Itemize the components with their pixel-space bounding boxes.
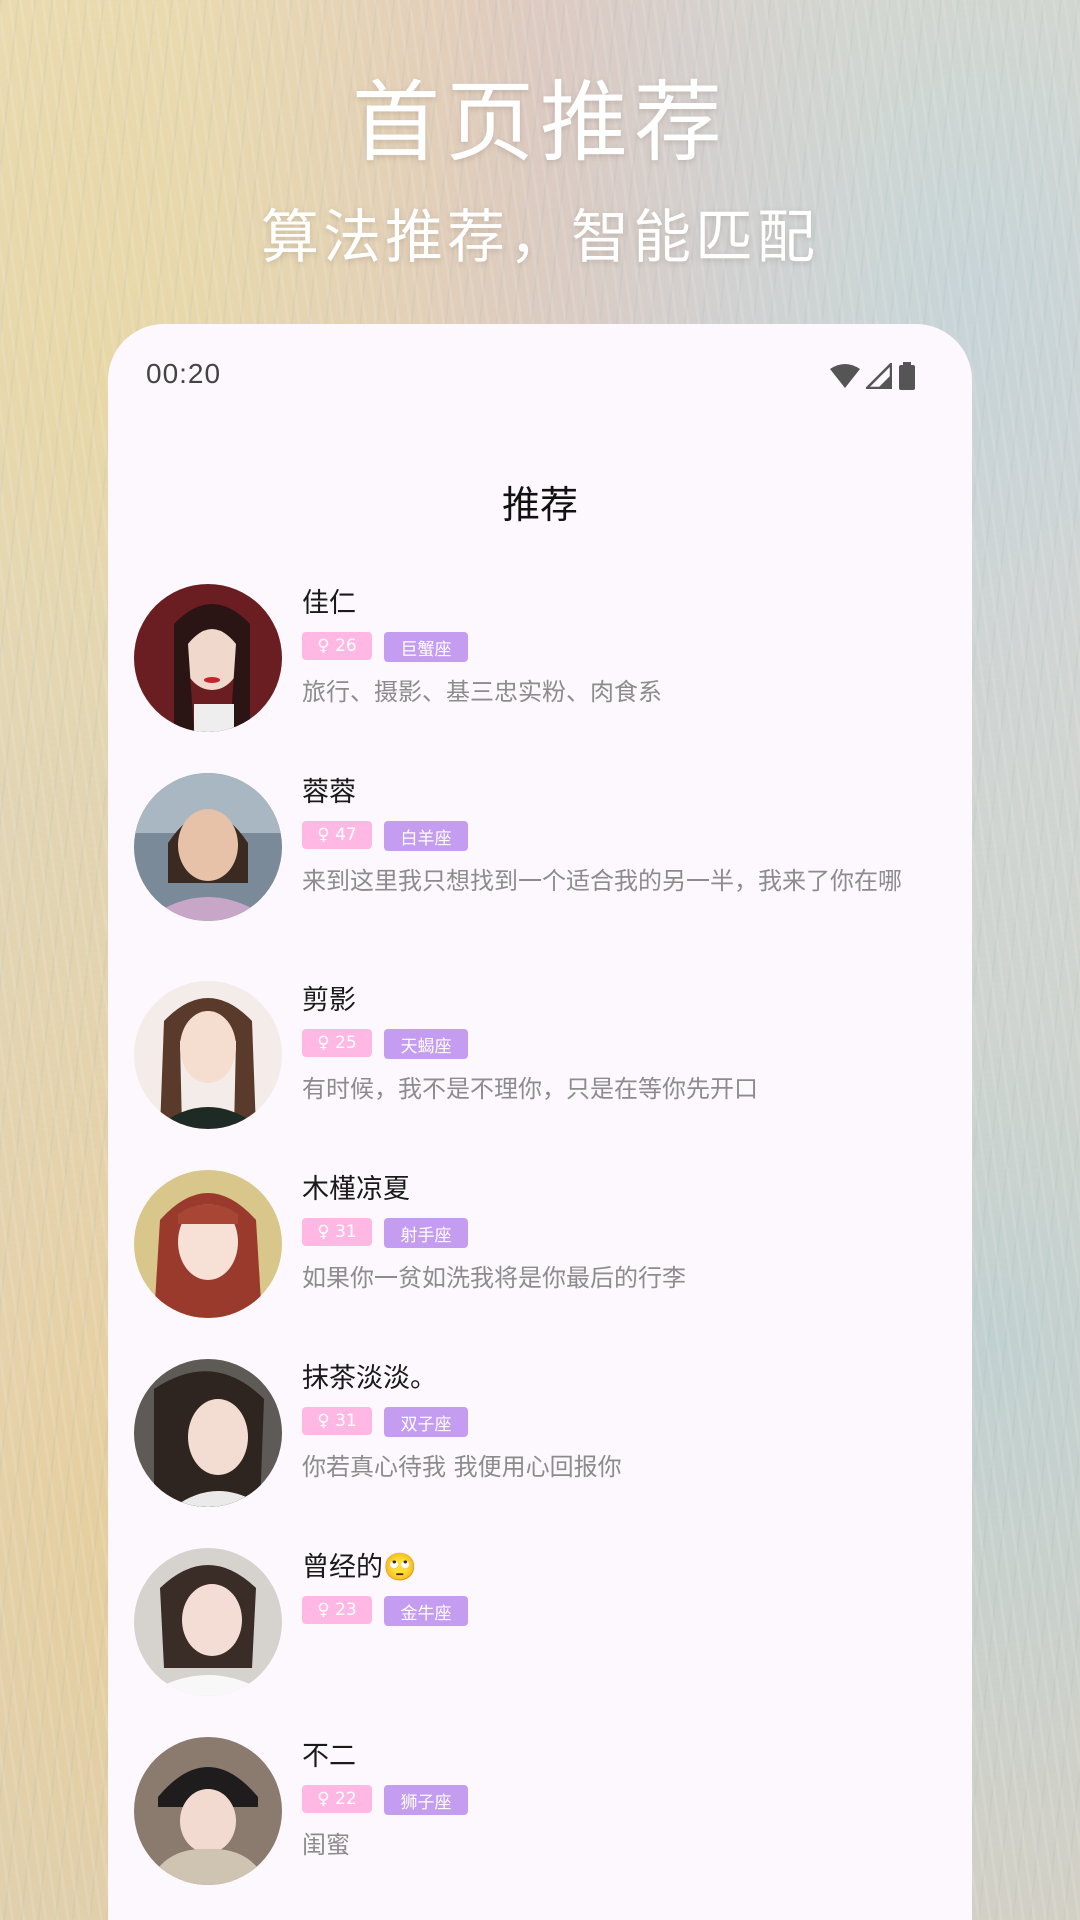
zodiac-tag: 巨蟹座 [384, 632, 468, 662]
user-bio: 来到这里我只想找到一个适合我的另一半，我来了你在哪 [302, 867, 902, 895]
user-bio: 旅行、摄影、基三忠实粉、肉食系 [302, 678, 662, 706]
user-tags: ♀ 26 巨蟹座 [302, 632, 932, 662]
wifi-icon [830, 364, 860, 388]
user-info: 曾经的🙄 ♀ 23 金牛座 [302, 1550, 932, 1638]
user-info: 佳仁 ♀ 26 巨蟹座 旅行、摄影、基三忠实粉、肉食系 [302, 586, 932, 711]
list-item[interactable]: 抹茶淡淡。 ♀ 31 双子座 你若真心待我 我便用心回报你 [108, 1359, 972, 1548]
status-icons [830, 362, 916, 390]
list-item[interactable]: 蓉蓉 ♀ 47 白羊座 来到这里我只想找到一个适合我的另一半，我来了你在哪 [108, 773, 972, 981]
recommend-list: 佳仁 ♀ 26 巨蟹座 旅行、摄影、基三忠实粉、肉食系 蓉蓉 ♀ 47 白羊座 … [108, 584, 972, 1920]
avatar[interactable] [134, 981, 282, 1129]
list-item[interactable]: 不二 ♀ 22 狮子座 闺蜜 [108, 1737, 972, 1920]
status-time: 00:20 [146, 358, 222, 389]
user-info: 不二 ♀ 22 狮子座 闺蜜 [302, 1739, 932, 1864]
age-tag: ♀ 47 [302, 821, 372, 849]
user-name: 抹茶淡淡。 [302, 1363, 437, 1394]
user-name: 剪影 [302, 985, 356, 1016]
user-tags: ♀ 23 金牛座 [302, 1596, 932, 1626]
list-item[interactable]: 佳仁 ♀ 26 巨蟹座 旅行、摄影、基三忠实粉、肉食系 [108, 584, 972, 773]
avatar[interactable] [134, 773, 282, 921]
user-name: 木槿凉夏 [302, 1174, 410, 1205]
avatar[interactable] [134, 1359, 282, 1507]
user-tags: ♀ 47 白羊座 [302, 821, 932, 851]
zodiac-tag: 射手座 [384, 1218, 468, 1248]
user-tags: ♀ 22 狮子座 [302, 1785, 932, 1815]
list-item[interactable]: 木槿凉夏 ♀ 31 射手座 如果你一贫如洗我将是你最后的行李 [108, 1170, 972, 1359]
user-info: 抹茶淡淡。 ♀ 31 双子座 你若真心待我 我便用心回报你 [302, 1361, 932, 1486]
user-tags: ♀ 31 双子座 [302, 1407, 932, 1437]
age-tag: ♀ 31 [302, 1407, 372, 1435]
user-info: 剪影 ♀ 25 天蝎座 有时候，我不是不理你，只是在等你先开口 [302, 983, 932, 1108]
zodiac-tag: 金牛座 [384, 1596, 468, 1626]
user-bio: 闺蜜 [302, 1831, 350, 1859]
user-bio: 如果你一贫如洗我将是你最后的行李 [302, 1264, 686, 1292]
user-tags: ♀ 31 射手座 [302, 1218, 932, 1248]
avatar[interactable] [134, 1737, 282, 1885]
avatar[interactable] [134, 1548, 282, 1696]
page-title: 推荐 [501, 483, 578, 527]
user-name: 不二 [302, 1741, 356, 1772]
avatar[interactable] [134, 584, 282, 732]
user-info: 木槿凉夏 ♀ 31 射手座 如果你一贫如洗我将是你最后的行李 [302, 1172, 932, 1297]
status-bar: 00:20 [108, 324, 972, 424]
user-info: 蓉蓉 ♀ 47 白羊座 来到这里我只想找到一个适合我的另一半，我来了你在哪 [302, 775, 932, 900]
promo-subtitle: 算法推荐，智能匹配 [260, 203, 819, 271]
age-tag: ♀ 22 [302, 1785, 372, 1813]
age-tag: ♀ 25 [302, 1029, 372, 1057]
signal-icon [866, 363, 892, 389]
user-name: 蓉蓉 [302, 777, 356, 808]
user-bio: 有时候，我不是不理你，只是在等你先开口 [302, 1075, 758, 1103]
list-item[interactable]: 曾经的🙄 ♀ 23 金牛座 [108, 1548, 972, 1737]
promo-title: 首页推荐 [351, 71, 728, 174]
avatar[interactable] [134, 1170, 282, 1318]
phone-screen: 00:20 推荐 佳仁 ♀ 26 巨蟹座 旅行、摄影、基三忠实粉、肉食系 蓉蓉 … [108, 324, 972, 1920]
age-tag: ♀ 23 [302, 1596, 372, 1624]
zodiac-tag: 狮子座 [384, 1785, 468, 1815]
battery-icon [899, 362, 915, 390]
user-name: 佳仁 [302, 588, 356, 619]
zodiac-tag: 天蝎座 [384, 1029, 468, 1059]
list-item[interactable]: 剪影 ♀ 25 天蝎座 有时候，我不是不理你，只是在等你先开口 [108, 981, 972, 1170]
zodiac-tag: 白羊座 [384, 821, 468, 851]
age-tag: ♀ 31 [302, 1218, 372, 1246]
zodiac-tag: 双子座 [384, 1407, 468, 1437]
user-bio: 你若真心待我 我便用心回报你 [302, 1453, 622, 1481]
age-tag: ♀ 26 [302, 632, 372, 660]
user-tags: ♀ 25 天蝎座 [302, 1029, 932, 1059]
user-name: 曾经的🙄 [302, 1552, 417, 1583]
